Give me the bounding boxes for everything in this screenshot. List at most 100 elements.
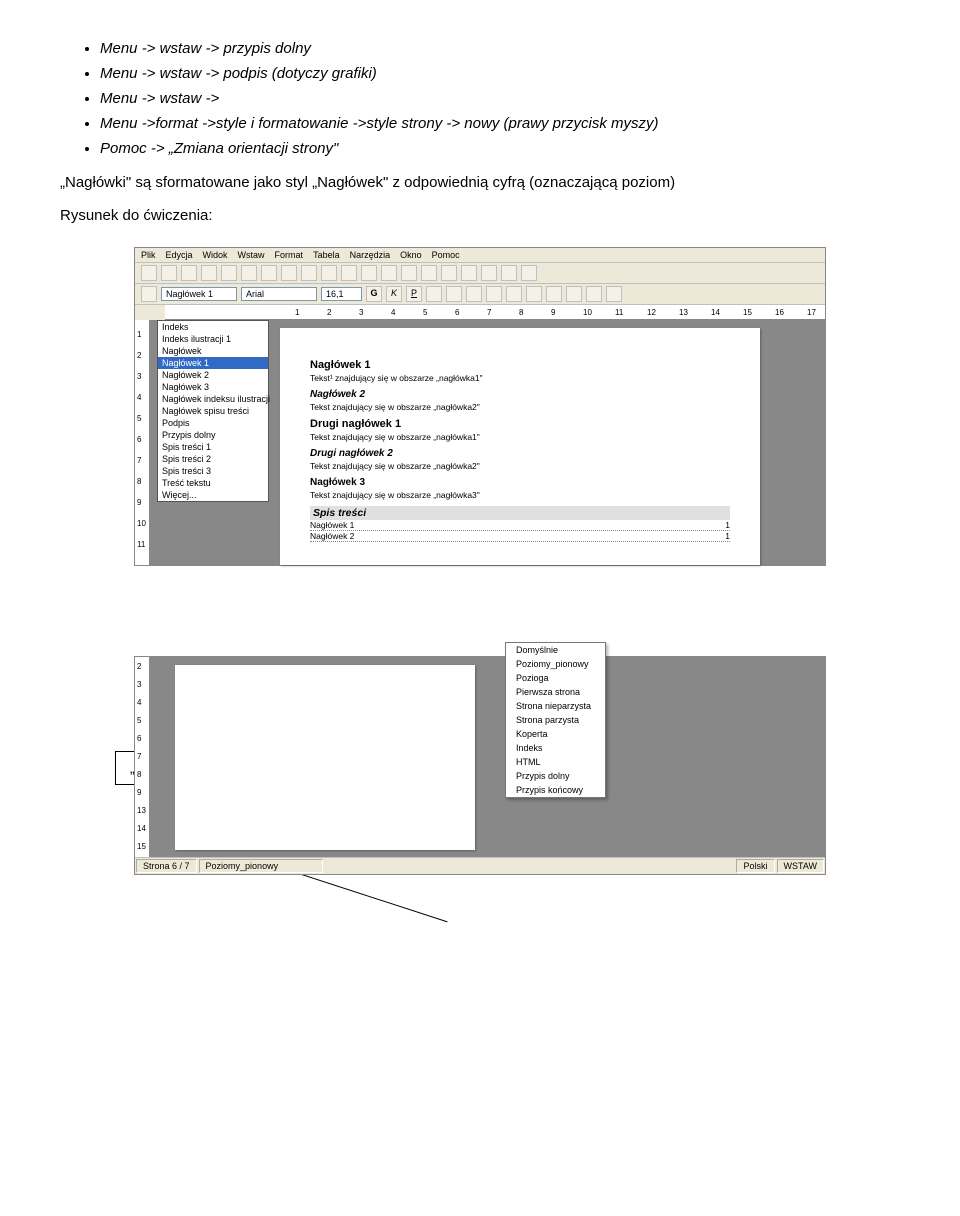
toolbar-button[interactable] bbox=[481, 265, 497, 281]
menu-item[interactable]: Format bbox=[275, 250, 304, 260]
toolbar-button[interactable] bbox=[426, 286, 442, 302]
menu-item[interactable]: Wstaw bbox=[238, 250, 265, 260]
ruler-mark: 15 bbox=[137, 842, 146, 851]
document-page[interactable] bbox=[175, 665, 475, 850]
context-menu-item[interactable]: Poziomy_pionowy bbox=[506, 657, 605, 671]
underline-button[interactable]: P bbox=[406, 286, 422, 302]
toolbar-button[interactable] bbox=[466, 286, 482, 302]
doc-text: Tekst¹ znajdujący się w obszarze „nagłów… bbox=[310, 373, 730, 383]
document-page[interactable]: Nagłówek 1 Tekst¹ znajdujący się w obsza… bbox=[280, 328, 760, 565]
ruler-mark: 5 bbox=[137, 414, 141, 423]
italic-button[interactable]: K bbox=[386, 286, 402, 302]
menu-item[interactable]: Okno bbox=[400, 250, 422, 260]
menu-item[interactable]: Plik bbox=[141, 250, 156, 260]
bullet-item: Menu -> wstaw -> przypis dolny bbox=[100, 40, 900, 57]
ruler-mark: 13 bbox=[137, 806, 146, 815]
menu-item[interactable]: Narzędzia bbox=[350, 250, 391, 260]
toolbar-button[interactable] bbox=[361, 265, 377, 281]
size-combo[interactable]: 16,1 bbox=[321, 287, 362, 301]
standard-toolbar bbox=[135, 263, 825, 284]
context-menu-item[interactable]: Przypis końcowy bbox=[506, 783, 605, 797]
style-option[interactable]: Indeks ilustracji 1 bbox=[158, 333, 268, 345]
style-option[interactable]: Nagłówek 1 bbox=[158, 357, 268, 369]
toolbar-button[interactable] bbox=[221, 265, 237, 281]
toolbar-button[interactable] bbox=[501, 265, 517, 281]
ruler-mark: 9 bbox=[137, 788, 141, 797]
ruler-mark: 10 bbox=[137, 519, 146, 528]
page-style-context-menu[interactable]: DomyślniePoziomy_pionowyPoziogaPierwsza … bbox=[505, 642, 606, 798]
style-option[interactable]: Nagłówek indeksu ilustracji bbox=[158, 393, 268, 405]
style-option[interactable]: Przypis dolny bbox=[158, 429, 268, 441]
menu-item[interactable]: Pomoc bbox=[432, 250, 460, 260]
ruler-mark: 3 bbox=[137, 372, 141, 381]
context-menu-item[interactable]: Domyślnie bbox=[506, 643, 605, 657]
context-menu-item[interactable]: Strona nieparzysta bbox=[506, 699, 605, 713]
toolbar-button[interactable] bbox=[161, 265, 177, 281]
toolbar-button[interactable] bbox=[261, 265, 277, 281]
formatting-toolbar: Nagłówek 1 Arial 16,1 G K P bbox=[135, 284, 825, 305]
context-menu-item[interactable]: Strona parzysta bbox=[506, 713, 605, 727]
style-option[interactable]: Nagłówek bbox=[158, 345, 268, 357]
doc-heading-1: Drugi nagłówek 1 bbox=[310, 418, 730, 430]
context-menu-item[interactable]: Pozioga bbox=[506, 671, 605, 685]
bold-button[interactable]: G bbox=[366, 286, 382, 302]
context-menu-item[interactable]: Pierwsza strona bbox=[506, 685, 605, 699]
style-option[interactable]: Spis treści 2 bbox=[158, 453, 268, 465]
ruler-mark: 5 bbox=[423, 308, 427, 317]
toolbar-button[interactable] bbox=[421, 265, 437, 281]
ruler-mark: 9 bbox=[137, 498, 141, 507]
toolbar-button[interactable] bbox=[446, 286, 462, 302]
menu-item[interactable]: Tabela bbox=[313, 250, 340, 260]
style-option[interactable]: Podpis bbox=[158, 417, 268, 429]
toolbar-button[interactable] bbox=[566, 286, 582, 302]
toolbar-button[interactable] bbox=[181, 265, 197, 281]
style-dropdown-list[interactable]: IndeksIndeks ilustracji 1NagłówekNagłówe… bbox=[157, 320, 269, 502]
doc-text: Tekst znajdujący się w obszarze „nagłówk… bbox=[310, 402, 730, 412]
toolbar-button[interactable] bbox=[606, 286, 622, 302]
toolbar-button[interactable] bbox=[526, 286, 542, 302]
style-option[interactable]: Spis treści 1 bbox=[158, 441, 268, 453]
toolbar-button[interactable] bbox=[321, 265, 337, 281]
status-language[interactable]: Polski bbox=[736, 859, 774, 873]
toolbar-button[interactable] bbox=[486, 286, 502, 302]
toolbar-button[interactable] bbox=[381, 265, 397, 281]
style-option[interactable]: Treść tekstu bbox=[158, 477, 268, 489]
ruler-mark: 4 bbox=[391, 308, 395, 317]
style-option[interactable]: Nagłówek 2 bbox=[158, 369, 268, 381]
toolbar-button[interactable] bbox=[586, 286, 602, 302]
context-menu-item[interactable]: Koperta bbox=[506, 727, 605, 741]
status-page[interactable]: Strona 6 / 7 bbox=[136, 859, 197, 873]
toolbar-button[interactable] bbox=[141, 286, 157, 302]
toolbar-button[interactable] bbox=[301, 265, 317, 281]
toolbar-button[interactable] bbox=[241, 265, 257, 281]
toolbar-button[interactable] bbox=[546, 286, 562, 302]
menu-item[interactable]: Widok bbox=[203, 250, 228, 260]
style-option[interactable]: Spis treści 3 bbox=[158, 465, 268, 477]
toolbar-button[interactable] bbox=[281, 265, 297, 281]
toolbar-button[interactable] bbox=[441, 265, 457, 281]
context-menu-item[interactable]: HTML bbox=[506, 755, 605, 769]
context-menu-item[interactable]: Przypis dolny bbox=[506, 769, 605, 783]
toolbar-button[interactable] bbox=[461, 265, 477, 281]
toolbar-button[interactable] bbox=[401, 265, 417, 281]
toolbar-button[interactable] bbox=[521, 265, 537, 281]
menu-item[interactable]: Edycja bbox=[166, 250, 193, 260]
style-option[interactable]: Nagłówek 3 bbox=[158, 381, 268, 393]
ruler-mark: 4 bbox=[137, 393, 141, 402]
ruler-mark: 7 bbox=[487, 308, 491, 317]
toolbar-button[interactable] bbox=[341, 265, 357, 281]
context-menu-item[interactable]: Indeks bbox=[506, 741, 605, 755]
doc-text: Tekst znajdujący się w obszarze „nagłówk… bbox=[310, 461, 730, 471]
style-option[interactable]: Więcej... bbox=[158, 489, 268, 501]
doc-heading-2: Nagłówek 2 bbox=[310, 389, 730, 400]
toolbar-button[interactable] bbox=[506, 286, 522, 302]
status-insert-mode[interactable]: WSTAW bbox=[777, 859, 825, 873]
style-option[interactable]: Nagłówek spisu treści bbox=[158, 405, 268, 417]
style-option[interactable]: Indeks bbox=[158, 321, 268, 333]
toolbar-button[interactable] bbox=[141, 265, 157, 281]
ruler-mark: 14 bbox=[137, 824, 146, 833]
style-combo[interactable]: Nagłówek 1 bbox=[161, 287, 237, 301]
toolbar-button[interactable] bbox=[201, 265, 217, 281]
font-combo[interactable]: Arial bbox=[241, 287, 317, 301]
status-page-style[interactable]: Poziomy_pionowy bbox=[199, 859, 323, 873]
